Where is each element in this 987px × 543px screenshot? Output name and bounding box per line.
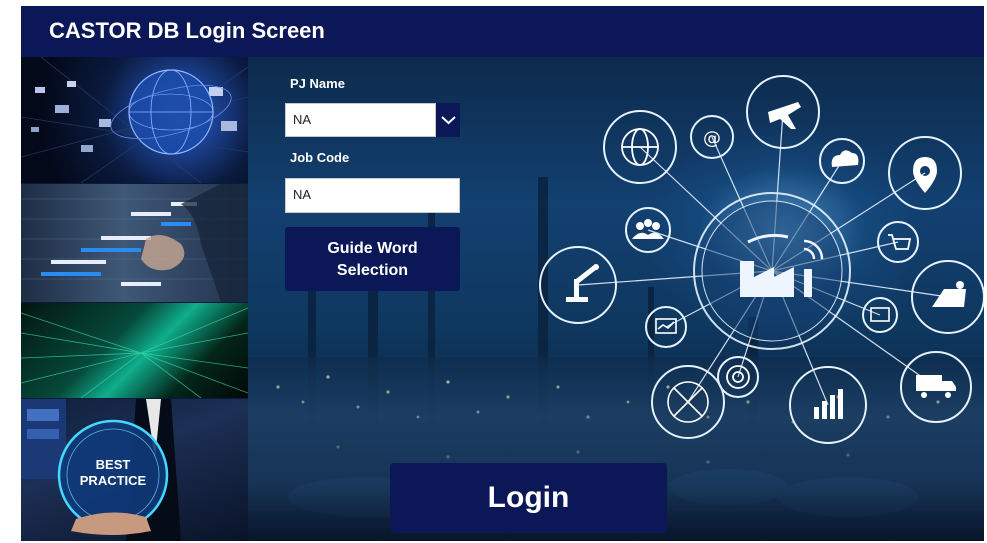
pj-name-dropdown-button[interactable] [435,103,460,137]
at-sign-icon: @ [703,128,721,149]
job-code-input[interactable]: NA [285,178,460,213]
pj-name-value: NA [293,112,312,127]
chevron-down-icon [441,116,456,125]
job-code-value: NA [293,187,312,202]
best-practice-line1: BEST [96,457,131,472]
monitor-chart-icon [655,318,677,334]
title-bar: CASTOR DB Login Screen [21,6,984,57]
cloud-icon [831,150,859,167]
globe-icon [621,128,659,166]
guide-word-selection-button[interactable]: Guide Word Selection [285,227,460,291]
lightspeed-lines [21,307,248,398]
shopping-cart-icon [888,234,912,250]
main-panel: @ PJ Name NA Job Code NA Guide Word Sele… [248,57,984,541]
best-practice-line2: PRACTICE [80,473,147,488]
bar-chart-icon [21,184,248,302]
solar-panel-icon [932,281,966,307]
pj-name-dropdown[interactable]: NA [285,103,460,137]
best-practice-image: BEST PRACTICE [21,399,248,541]
job-code-label: Job Code [290,150,350,165]
bar-chart-icon [814,389,843,419]
app-window: CASTOR DB Login Screen BEST PRACTICE @ P… [21,6,984,541]
best-practice-graphic: BEST PRACTICE [21,399,181,541]
login-button[interactable]: Login [390,463,667,533]
people-icon [632,219,664,239]
gantt-chart-image [21,184,248,302]
airplane-icon [768,102,801,129]
truck-icon [916,375,956,398]
globe-icon [21,57,248,183]
analytics-circle-icon [667,381,709,423]
guide-word-line2: Selection [336,262,409,279]
pj-name-label: PJ Name [290,76,345,91]
robot-arm-icon [566,264,599,302]
globe-network-image [21,57,248,183]
guide-word-line1: Guide Word [327,240,418,257]
location-pin-icon [913,157,937,193]
green-lightspeed-image [21,303,248,398]
left-image-strip: BEST PRACTICE [21,57,248,541]
screen-title: CASTOR DB Login Screen [49,18,325,43]
